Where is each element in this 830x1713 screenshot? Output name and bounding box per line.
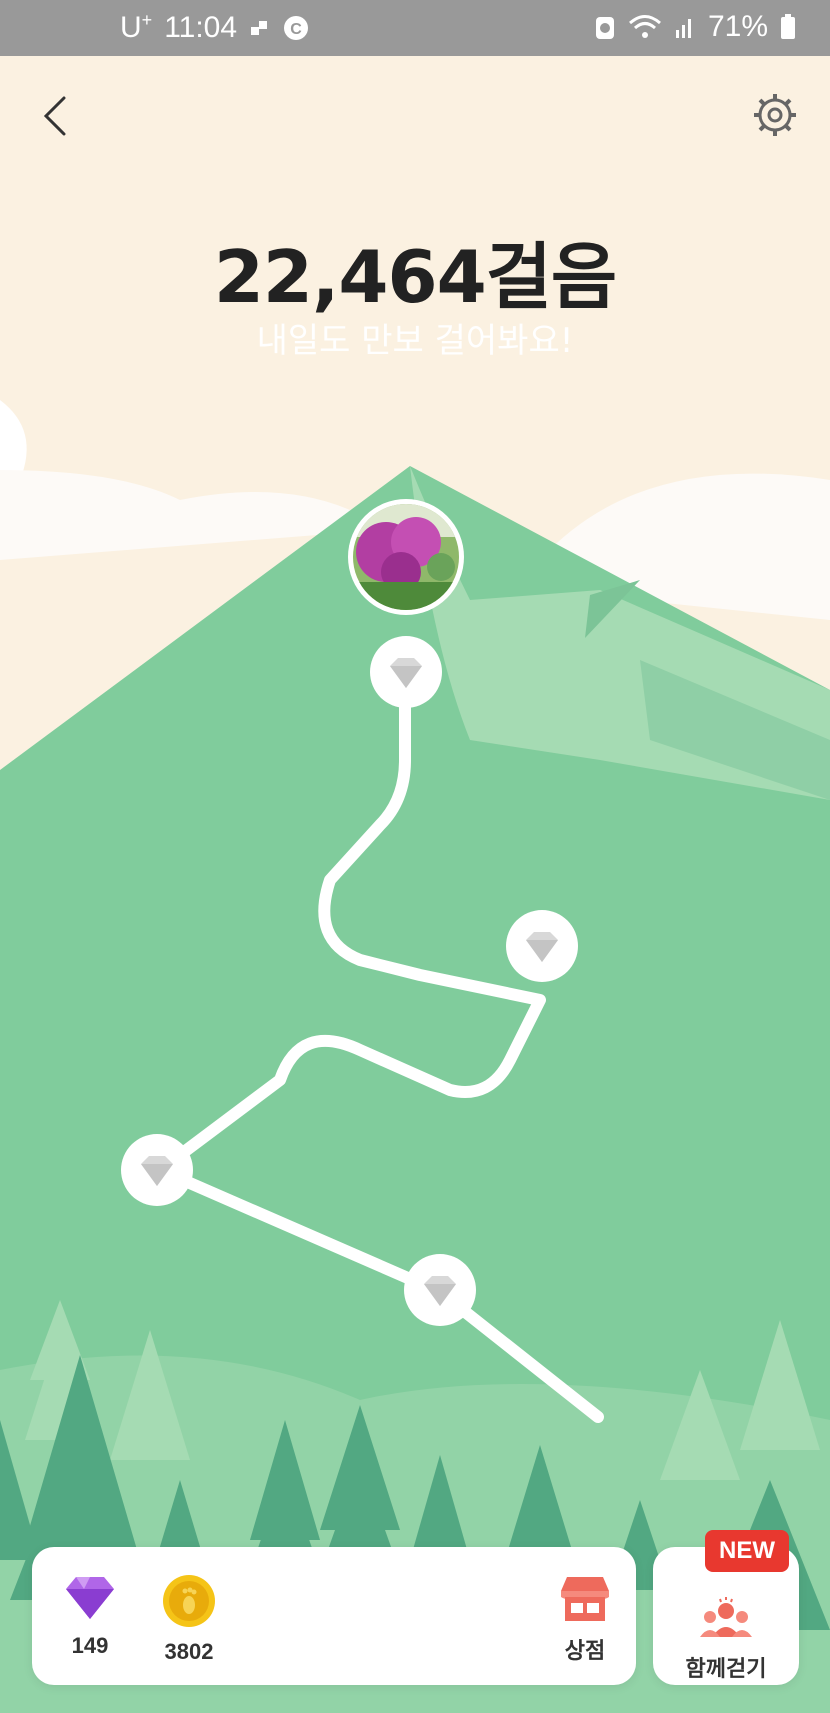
coin-count: 3802 — [164, 1639, 214, 1664]
gear-icon — [754, 94, 796, 136]
summit-photo[interactable] — [346, 497, 466, 617]
notification-icon — [251, 20, 268, 35]
status-right: 71% — [594, 10, 796, 44]
svg-text:C: C — [290, 21, 302, 38]
shop-button[interactable]: 상점 — [550, 1573, 620, 1665]
checkpoint-diamond-2[interactable] — [506, 910, 578, 982]
signal-icon — [675, 19, 691, 38]
checkpoint-diamond-3[interactable] — [121, 1134, 193, 1206]
clock: 11:04 — [164, 10, 238, 44]
settings-button[interactable] — [752, 92, 798, 138]
step-count-title: 22,464걸음 — [213, 235, 617, 319]
chevron-left-icon — [43, 96, 66, 136]
store-icon — [561, 1577, 609, 1621]
walk-together-label: 함께걷기 — [685, 1657, 767, 1682]
encouragement-subtitle: 내일도 만보 걸어봐요! — [256, 321, 574, 361]
checkpoint-diamond-1[interactable] — [370, 636, 442, 708]
back-button[interactable] — [38, 94, 74, 138]
checkpoint-diamond-4[interactable] — [404, 1254, 476, 1326]
walk-together-content: 함께걷기 — [653, 1597, 799, 1683]
battery-saver-icon — [595, 17, 614, 39]
carrier-label: U+ — [120, 10, 153, 44]
battery-percent: 71% — [707, 10, 768, 43]
shop-label: 상점 — [564, 1639, 606, 1664]
gem-count: 149 — [71, 1633, 109, 1658]
purple-gem-icon — [66, 1577, 114, 1619]
status-left: U+ 11:04 C — [120, 10, 309, 45]
new-badge: NEW — [705, 1530, 789, 1572]
gem-balance[interactable]: 149 — [60, 1573, 120, 1659]
c-icon: C — [284, 15, 309, 40]
coin-balance[interactable]: 3802 — [154, 1573, 224, 1665]
battery-icon — [781, 14, 795, 39]
wifi-icon — [628, 15, 661, 38]
group-icon — [700, 1597, 752, 1637]
footprint-coin-icon — [163, 1575, 215, 1627]
currency-card: 149 3802 상점 — [32, 1547, 636, 1685]
status-bar: U+ 11:04 C 71% — [0, 0, 830, 56]
